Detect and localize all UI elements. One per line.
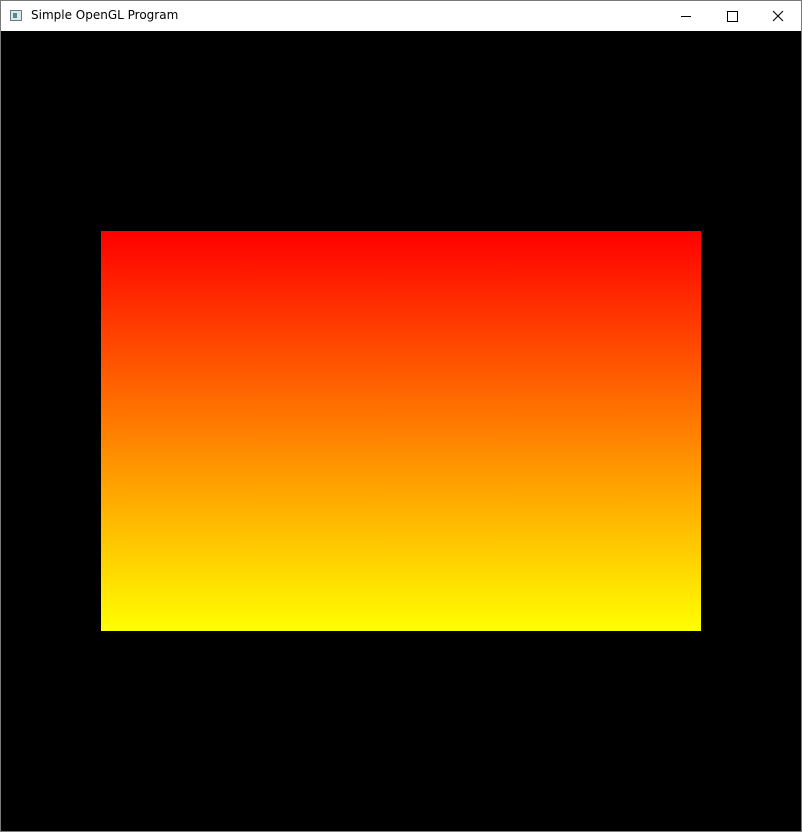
minimize-icon [681, 16, 691, 17]
maximize-icon [727, 11, 738, 22]
app-window: Simple OpenGL Program [0, 0, 802, 832]
app-window-icon[interactable] [10, 10, 22, 21]
window-title: Simple OpenGL Program [31, 8, 179, 22]
close-button[interactable] [755, 1, 801, 31]
title-bar[interactable]: Simple OpenGL Program [1, 1, 801, 31]
minimize-button[interactable] [663, 1, 709, 31]
close-icon [772, 10, 784, 22]
gradient-rectangle [101, 231, 701, 631]
maximize-button[interactable] [709, 1, 755, 31]
opengl-canvas[interactable] [1, 31, 801, 831]
